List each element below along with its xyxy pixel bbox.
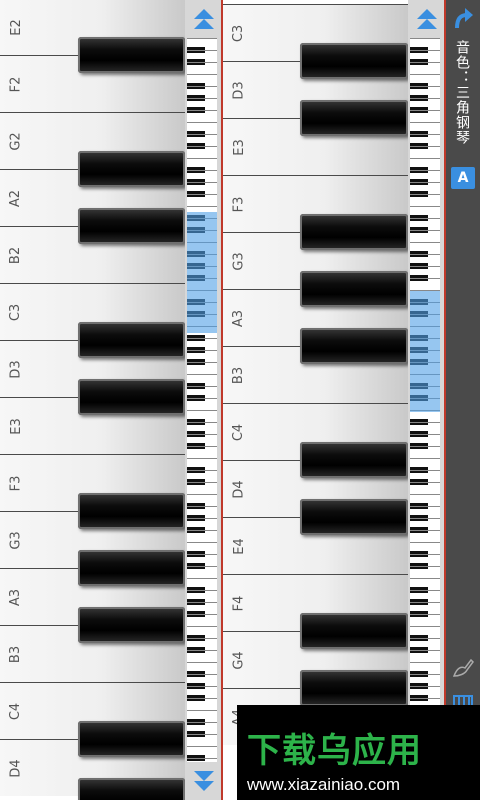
key-label: D3 — [223, 62, 255, 119]
key-label: F3 — [223, 176, 255, 233]
key-label-text: G3 — [231, 252, 247, 271]
key-label: F2 — [0, 56, 32, 113]
black-key-d4-sharp[interactable] — [300, 499, 408, 535]
mini-white-key — [187, 758, 217, 762]
key-label: A3 — [0, 569, 32, 626]
key-label: A3 — [223, 290, 255, 347]
black-key-g3-sharp[interactable] — [300, 271, 408, 307]
key-label: B2 — [0, 227, 32, 284]
key-label-text: C4 — [231, 423, 247, 442]
black-key-d3-sharp[interactable] — [300, 100, 408, 136]
key-label-text: D4 — [8, 759, 24, 778]
key-label-text: B3 — [8, 645, 24, 664]
key-label: E3 — [0, 398, 32, 455]
visible-range-highlight[interactable] — [410, 291, 440, 412]
key-label-text: C3 — [231, 24, 247, 43]
watermark-title: 下载乌应用 — [247, 731, 422, 771]
left-mini-keys[interactable] — [187, 38, 217, 762]
key-label: C3 — [223, 5, 255, 62]
arrow-down-icon — [194, 771, 214, 791]
key-label-text: D4 — [231, 480, 247, 499]
key-label-text: F2 — [8, 76, 24, 93]
side-panel: 音色：三角钢琴 A — [446, 0, 480, 800]
key-label-text: F3 — [8, 475, 24, 492]
key-label-text: A3 — [231, 309, 247, 328]
scroll-up-button-left[interactable] — [189, 4, 219, 34]
key-label-text: E4 — [231, 538, 247, 555]
black-key-d4-sharp[interactable] — [78, 778, 185, 800]
left-keyboard[interactable]: E2 F2 G2 A2 B2 C3 D3 E3 F3 G3 A3 B3 C4 D4 — [0, 0, 185, 800]
scroll-up-button-right[interactable] — [412, 4, 442, 34]
left-mini-keyboard-strip[interactable] — [185, 0, 223, 800]
black-key-f3-sharp[interactable] — [300, 214, 408, 250]
key-label-text: F3 — [231, 196, 247, 213]
key-label: E2 — [0, 0, 32, 56]
black-key-a3-sharp[interactable] — [78, 607, 185, 643]
key-label: C4 — [0, 683, 32, 740]
key-label-text: E3 — [8, 418, 24, 435]
key-label: C3 — [0, 284, 32, 341]
black-key-g3-sharp[interactable] — [78, 550, 185, 586]
right-mini-keyboard-strip[interactable] — [408, 0, 446, 800]
key-label: G3 — [223, 233, 255, 290]
key-label: D4 — [0, 740, 32, 797]
black-key-f4-sharp[interactable] — [300, 613, 408, 649]
black-key-c3-sharp[interactable] — [78, 322, 185, 358]
black-key-e2-sharp[interactable] — [78, 37, 185, 73]
key-label: E3 — [223, 119, 255, 176]
black-key-f3-sharp[interactable] — [78, 493, 185, 529]
a-label: A — [457, 170, 469, 186]
key-label-text: A3 — [8, 588, 24, 607]
key-label: E4 — [223, 518, 255, 575]
undo-arrow-icon — [455, 8, 473, 29]
black-key-a2-sharp[interactable] — [78, 208, 185, 244]
key-label-text: B3 — [231, 366, 247, 385]
key-label-text: G2 — [8, 132, 24, 151]
key-label-text: G3 — [8, 531, 24, 550]
key-label: A2 — [0, 170, 32, 227]
key-label: F4 — [223, 575, 255, 632]
instrument-label[interactable]: 音色：三角钢琴 — [452, 40, 472, 160]
key-label-text: G4 — [231, 651, 247, 670]
key-label-text: D3 — [8, 360, 24, 379]
key-label: B3 — [223, 347, 255, 404]
label-toggle-button[interactable]: A — [451, 167, 475, 189]
key-label-text: E3 — [231, 139, 247, 156]
black-key-g4-sharp[interactable] — [300, 670, 408, 706]
back-button[interactable] — [451, 6, 475, 30]
key-label: B3 — [0, 626, 32, 683]
key-label: D3 — [0, 341, 32, 398]
right-keyboard[interactable]: C3D3E3F3G3A3B3C4D4E4F4G4A4 — [223, 0, 408, 800]
key-label: G4 — [223, 632, 255, 689]
key-label-text: E2 — [8, 19, 24, 36]
visible-range-highlight[interactable] — [187, 212, 217, 333]
pedal-icon — [452, 658, 474, 677]
key-label-text: A2 — [8, 189, 24, 208]
black-key-c3-sharp[interactable] — [300, 43, 408, 79]
watermark-url: www.xiazainiao.com — [247, 775, 401, 794]
black-key-c4-sharp[interactable] — [78, 721, 185, 757]
key-label: G3 — [0, 512, 32, 569]
key-label: G2 — [0, 113, 32, 170]
arrow-up-icon — [417, 9, 437, 29]
key-label: F3 — [0, 455, 32, 512]
black-key-c4-sharp[interactable] — [300, 442, 408, 478]
black-key-g2-sharp[interactable] — [78, 151, 185, 187]
key-label-text: B2 — [8, 246, 24, 265]
sustain-pedal-button[interactable] — [451, 656, 475, 680]
black-key-a3-sharp[interactable] — [300, 328, 408, 364]
key-label-text: F4 — [231, 595, 247, 612]
key-label: D4 — [223, 461, 255, 518]
key-label-text: C3 — [8, 303, 24, 322]
scroll-down-button-left[interactable] — [189, 766, 219, 796]
key-label-text: D3 — [231, 81, 247, 100]
watermark: 下载乌应用 www.xiazainiao.com — [237, 705, 480, 800]
arrow-up-icon — [194, 9, 214, 29]
key-label-text: C4 — [8, 702, 24, 721]
key-label: C4 — [223, 404, 255, 461]
right-mini-keys[interactable] — [410, 38, 440, 708]
black-key-d3-sharp[interactable] — [78, 379, 185, 415]
